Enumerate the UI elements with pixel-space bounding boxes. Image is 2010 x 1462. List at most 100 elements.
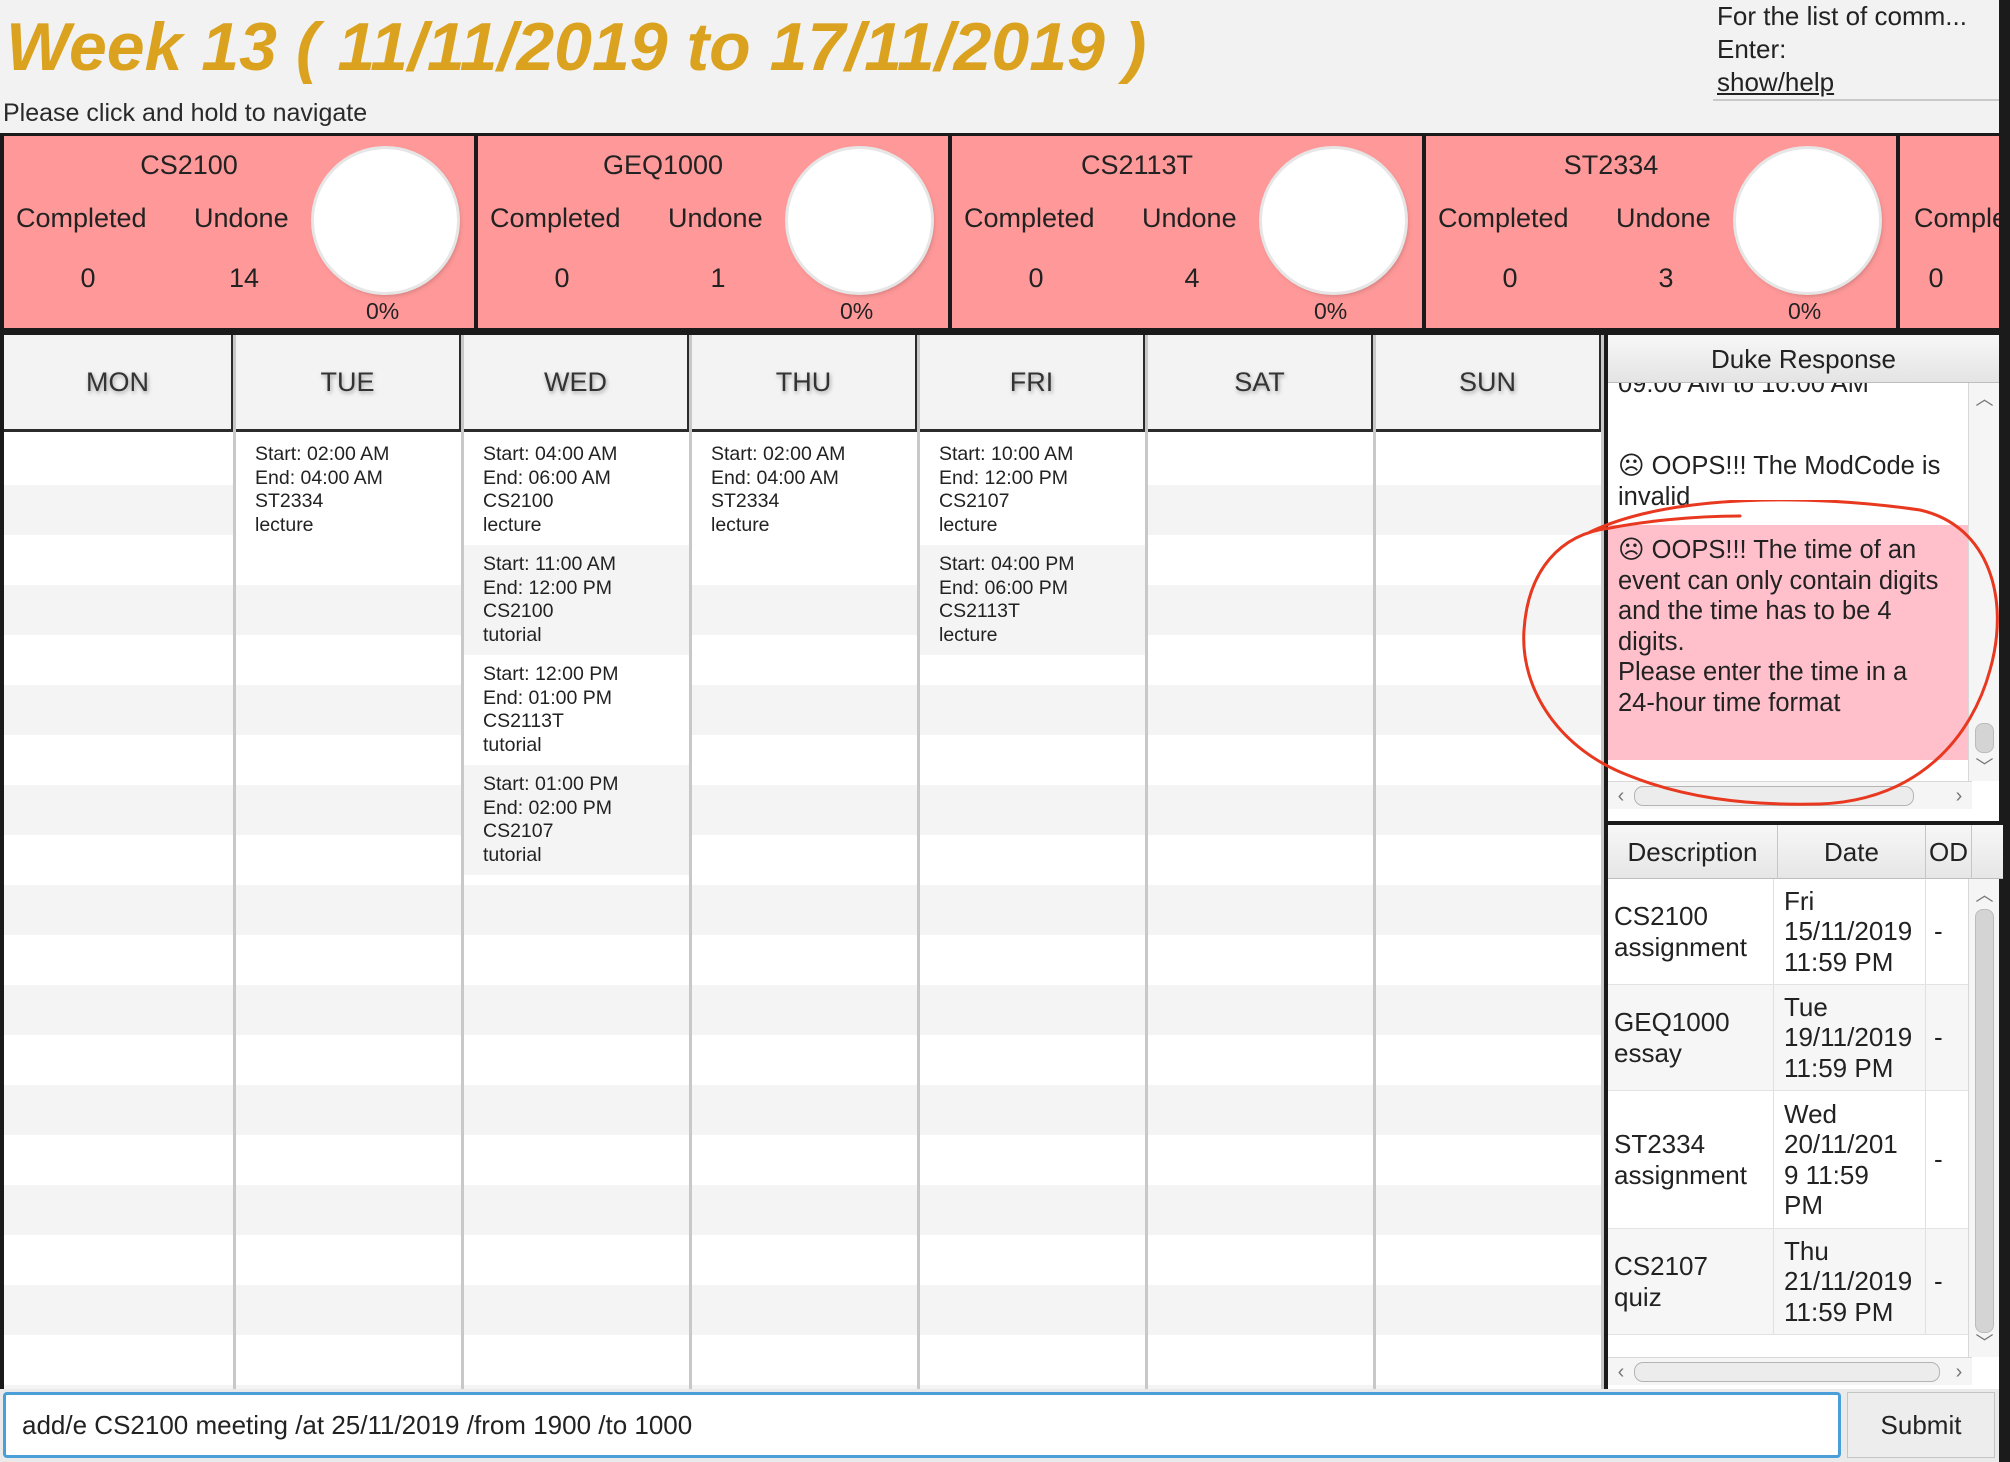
- column-header-description[interactable]: Description: [1608, 825, 1778, 879]
- progress-percent: 0%: [366, 298, 400, 324]
- module-card[interactable]: ST2334 Completed Undone 0 3 0%: [1426, 136, 1896, 328]
- event-end: End: 01:00 PM: [483, 686, 612, 709]
- submit-button[interactable]: Submit: [1847, 1392, 1995, 1458]
- event-type: tutorial: [483, 733, 542, 756]
- module-card[interactable]: CS2100 Completed Undone 0 14 0%: [4, 136, 474, 328]
- undone-label: Undone: [1616, 203, 1711, 233]
- table-horizontal-scrollbar[interactable]: ‹ ›: [1608, 1357, 1972, 1385]
- calendar-event[interactable]: Start: 01:00 PM End: 02:00 PM CS2107 tut…: [464, 765, 689, 875]
- table-vertical-scrollbar[interactable]: ︿ ﹀: [1968, 879, 1999, 1357]
- response-vertical-scrollbar[interactable]: ︿ ﹀: [1968, 383, 1999, 781]
- event-start: Start: 02:00 AM: [711, 443, 846, 465]
- chevron-left-icon[interactable]: ‹: [1608, 782, 1634, 810]
- chevron-up-icon[interactable]: ︿: [1969, 881, 2000, 907]
- cell-description: ST2334 assignment: [1614, 1091, 1774, 1228]
- column-header-od[interactable]: OD: [1926, 825, 1972, 879]
- event-module: CS2100: [483, 600, 554, 622]
- event-module: CS2113T: [939, 600, 1020, 622]
- event-end: End: 12:00 PM: [939, 466, 1068, 489]
- table-row[interactable]: ST2334 assignment Wed 20/11/201 9 11:59 …: [1608, 1091, 1972, 1229]
- event-type: tutorial: [483, 623, 542, 646]
- event-module: CS2113T: [483, 710, 564, 732]
- scrollbar-thumb[interactable]: [1634, 786, 1914, 806]
- calendar-event[interactable]: Start: 10:00 AM End: 12:00 PM CS2107 lec…: [920, 435, 1145, 545]
- module-code: ST2334: [1563, 150, 1659, 180]
- cell-text: essay: [1614, 1037, 1682, 1068]
- day-column-tue: TUE Start: 02:00 AM End: 04:00 AM ST2334…: [236, 335, 464, 1393]
- day-body: [4, 435, 233, 1393]
- event-start: Start: 11:00 AM: [483, 553, 616, 575]
- help-box: For the list of comm... Enter: show/help: [1713, 0, 1999, 101]
- module-code: CS2113T: [1080, 150, 1194, 180]
- command-input[interactable]: [3, 1392, 1841, 1458]
- calendar-event[interactable]: Start: 11:00 AM End: 12:00 PM CS2100 tut…: [464, 545, 689, 655]
- cell-date: Wed 20/11/201 9 11:59 PM: [1784, 1091, 1926, 1228]
- cell-text: ST2334: [1614, 1129, 1706, 1159]
- chevron-left-icon[interactable]: ‹: [1608, 1358, 1634, 1386]
- module-progress-strip[interactable]: CS2100 Completed Undone 0 14 0% GEQ1000 …: [0, 133, 1999, 331]
- completed-label: Completed: [964, 203, 1095, 233]
- calendar-event[interactable]: Start: 12:00 PM End: 01:00 PM CS2113T tu…: [464, 655, 689, 765]
- table-body[interactable]: CS2100 assignment Fri 15/11/2019 11:59 P…: [1608, 879, 1972, 1357]
- response-message-highlighted: ☹ OOPS!!! The time of an event can only …: [1608, 525, 1972, 760]
- day-header: SAT: [1148, 335, 1373, 432]
- cell-text: 19/11/2019: [1784, 1022, 1913, 1053]
- module-card[interactable]: CS2113T Completed Undone 0 4 0%: [952, 136, 1422, 328]
- calendar-event[interactable]: Start: 02:00 AM End: 04:00 AM ST2334 lec…: [236, 435, 461, 545]
- week-title: Week 13 ( 11/11/2019 to 17/11/2019 ): [6, 9, 1147, 85]
- calendar-event[interactable]: Start: 04:00 PM End: 06:00 PM CS2113T le…: [920, 545, 1145, 655]
- progress-pie-chart: [314, 149, 457, 292]
- completed-label: Comple: [1914, 203, 1999, 233]
- help-link[interactable]: show/help: [1717, 66, 1999, 99]
- module-card[interactable]: GEQ1000 Completed Undone 0 1 0%: [478, 136, 948, 328]
- cell-date: Thu 21/11/2019 11:59 PM: [1784, 1229, 1926, 1334]
- cell-text: quiz: [1614, 1281, 1662, 1312]
- event-start: Start: 02:00 AM: [255, 443, 390, 465]
- completed-count: 0: [1502, 263, 1518, 293]
- response-message-list[interactable]: 09:00 AM to 10:00 AM ☹ OOPS!!! The ModCo…: [1608, 383, 1972, 781]
- day-column-mon: MON: [4, 335, 236, 1393]
- cell-text: GEQ1000: [1614, 1007, 1730, 1037]
- undone-count: 14: [228, 263, 260, 293]
- day-body: Start: 02:00 AM End: 04:00 AM ST2334 lec…: [692, 435, 917, 1393]
- cell-text: 21/11/2019: [1784, 1266, 1913, 1297]
- chevron-right-icon[interactable]: ›: [1946, 782, 1972, 810]
- calendar-event[interactable]: Start: 04:00 AM End: 06:00 AM CS2100 lec…: [464, 435, 689, 545]
- scrollbar-thumb[interactable]: [1975, 909, 1994, 1333]
- event-type: lecture: [483, 513, 542, 536]
- calendar-event[interactable]: Start: 02:00 AM End: 04:00 AM ST2334 lec…: [692, 435, 917, 545]
- scrollbar-thumb[interactable]: [1975, 723, 1994, 753]
- undone-count: 4: [1184, 263, 1200, 293]
- module-card-partial[interactable]: Comple 0: [1900, 136, 1999, 328]
- event-module: CS2107: [483, 820, 554, 842]
- completed-count: 0: [1028, 263, 1044, 293]
- day-body: [1148, 435, 1373, 1393]
- response-text-line: Please enter the time in a: [1618, 658, 1908, 686]
- cell-text: CS2107: [1614, 1251, 1708, 1281]
- event-start: Start: 01:00 PM: [483, 773, 619, 795]
- scrollbar-thumb[interactable]: [1634, 1362, 1940, 1382]
- column-header-date[interactable]: Date: [1778, 825, 1926, 879]
- table-row[interactable]: CS2100 assignment Fri 15/11/2019 11:59 P…: [1608, 879, 1972, 985]
- event-module: CS2107: [939, 490, 1010, 512]
- table-row[interactable]: CS2107 quiz Thu 21/11/2019 11:59 PM -: [1608, 1229, 1972, 1335]
- chevron-down-icon[interactable]: ﹀: [1969, 1329, 2000, 1355]
- day-header: SUN: [1376, 335, 1601, 432]
- table-row[interactable]: GEQ1000 essay Tue 19/11/2019 11:59 PM -: [1608, 985, 1972, 1091]
- chevron-down-icon[interactable]: ﹀: [1969, 753, 2000, 779]
- response-horizontal-scrollbar[interactable]: ‹ ›: [1608, 781, 1972, 809]
- cell-text: assignment: [1614, 931, 1747, 962]
- day-column-sat: SAT: [1148, 335, 1376, 1393]
- cell-text: 20/11/201: [1784, 1129, 1898, 1159]
- event-type: lecture: [255, 513, 314, 536]
- cell-text: 15/11/2019: [1784, 916, 1913, 947]
- chevron-right-icon[interactable]: ›: [1946, 1358, 1972, 1386]
- response-text-line: ☹ OOPS!!! The time of an: [1618, 536, 1917, 564]
- cell-text: CS2100: [1614, 901, 1708, 931]
- weekly-calendar: MON TUE Start: 02:00 AM End: 04:00 AM ST…: [0, 331, 1604, 1393]
- response-text-line: 09:00 AM to 10:00 AM: [1618, 383, 1869, 398]
- chevron-up-icon[interactable]: ︿: [1969, 385, 2000, 411]
- completed-count: 0: [1928, 263, 1944, 293]
- cell-text: Wed: [1784, 1098, 1837, 1129]
- day-column-sun: SUN: [1376, 335, 1604, 1393]
